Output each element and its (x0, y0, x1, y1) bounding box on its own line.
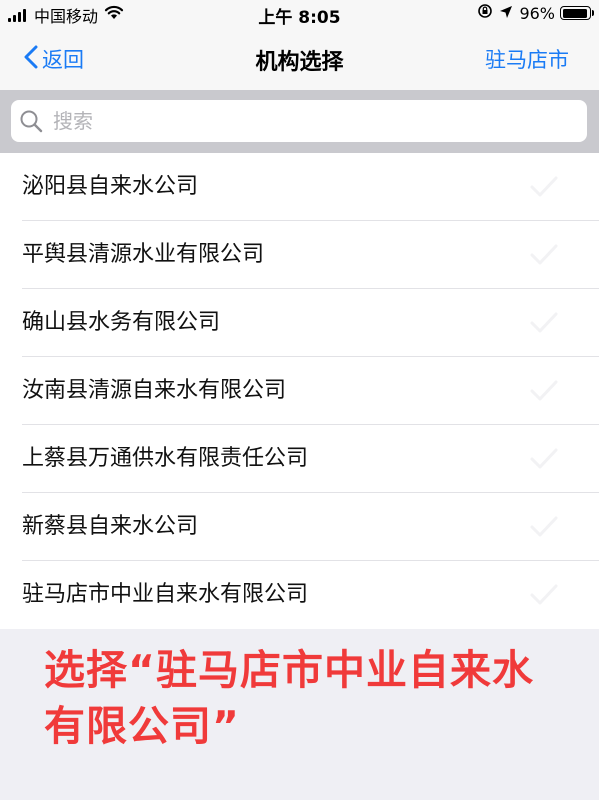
checkmark-icon (529, 378, 559, 408)
list-item[interactable]: 上蔡县万通供水有限责任公司 (0, 425, 599, 493)
list-item-label: 确山县水务有限公司 (22, 310, 221, 335)
list-item[interactable]: 驻马店市中业自来水有限公司 (0, 561, 599, 629)
list-item-label: 汝南县清源自来水有限公司 (22, 378, 287, 403)
list-item-label: 上蔡县万通供水有限责任公司 (22, 446, 309, 471)
checkmark-icon (529, 582, 559, 612)
checkmark-icon (529, 310, 559, 340)
city-select-button[interactable]: 驻马店市 (485, 44, 569, 74)
institution-list: 泌阳县自来水公司 平舆县清源水业有限公司 确山县水务有限公司 汝南县清源自来水有… (0, 153, 599, 629)
nav-bar: 返回 机构选择 驻马店市 (0, 28, 599, 90)
checkmark-icon (529, 174, 559, 204)
list-item-label: 新蔡县自来水公司 (22, 514, 199, 539)
list-item[interactable]: 泌阳县自来水公司 (0, 153, 599, 221)
search-box[interactable] (11, 100, 587, 142)
location-arrow-icon (499, 4, 513, 23)
status-bar: 中国移动 上午 8:05 96% (0, 0, 599, 28)
orientation-lock-icon (477, 3, 493, 23)
list-item[interactable]: 新蔡县自来水公司 (0, 493, 599, 561)
battery-fill (562, 8, 588, 18)
search-icon (19, 109, 43, 133)
instruction-annotation: 选择“驻马店市中业自来水有限公司” (44, 646, 534, 750)
status-right: 96% (477, 3, 594, 23)
search-input[interactable] (53, 109, 553, 133)
list-item[interactable]: 确山县水务有限公司 (0, 289, 599, 357)
list-item[interactable]: 平舆县清源水业有限公司 (0, 221, 599, 289)
checkmark-icon (529, 446, 559, 476)
battery-percent: 96% (519, 3, 555, 23)
list-item-label: 驻马店市中业自来水有限公司 (22, 582, 309, 607)
list-item-label: 平舆县清源水业有限公司 (22, 242, 265, 267)
battery-icon (560, 6, 594, 20)
list-item-label: 泌阳县自来水公司 (22, 174, 199, 199)
search-bar (0, 90, 599, 153)
list-item[interactable]: 汝南县清源自来水有限公司 (0, 357, 599, 425)
checkmark-icon (529, 242, 559, 272)
checkmark-icon (529, 514, 559, 544)
